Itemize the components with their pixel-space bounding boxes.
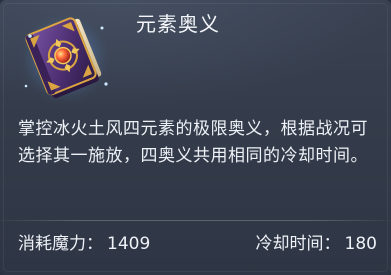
cooldown-label: 冷却时间： xyxy=(255,234,341,254)
mana-cost-label: 消耗魔力： xyxy=(18,234,103,254)
skill-title: 元素奥义 xyxy=(136,12,220,36)
cooldown-value: 180 xyxy=(344,234,377,254)
skill-description: 掌控冰火土风四元素的极限奥义，根据战况可选择其一施放，四奥义共用相同的冷却时间。 xyxy=(18,119,368,166)
skill-icon xyxy=(10,6,120,108)
mana-cost-value: 1409 xyxy=(107,234,151,254)
spellbook-icon xyxy=(17,10,113,106)
divider xyxy=(0,220,391,221)
cooldown: 冷却时间： 180 xyxy=(256,230,377,258)
mana-cost: 消耗魔力： 1409 xyxy=(18,230,150,258)
skill-tooltip-card: 元素奥义 掌控冰火土风四元素的极限奥义，根据战况可选择其一施放，四奥义共用相同的… xyxy=(0,0,391,275)
